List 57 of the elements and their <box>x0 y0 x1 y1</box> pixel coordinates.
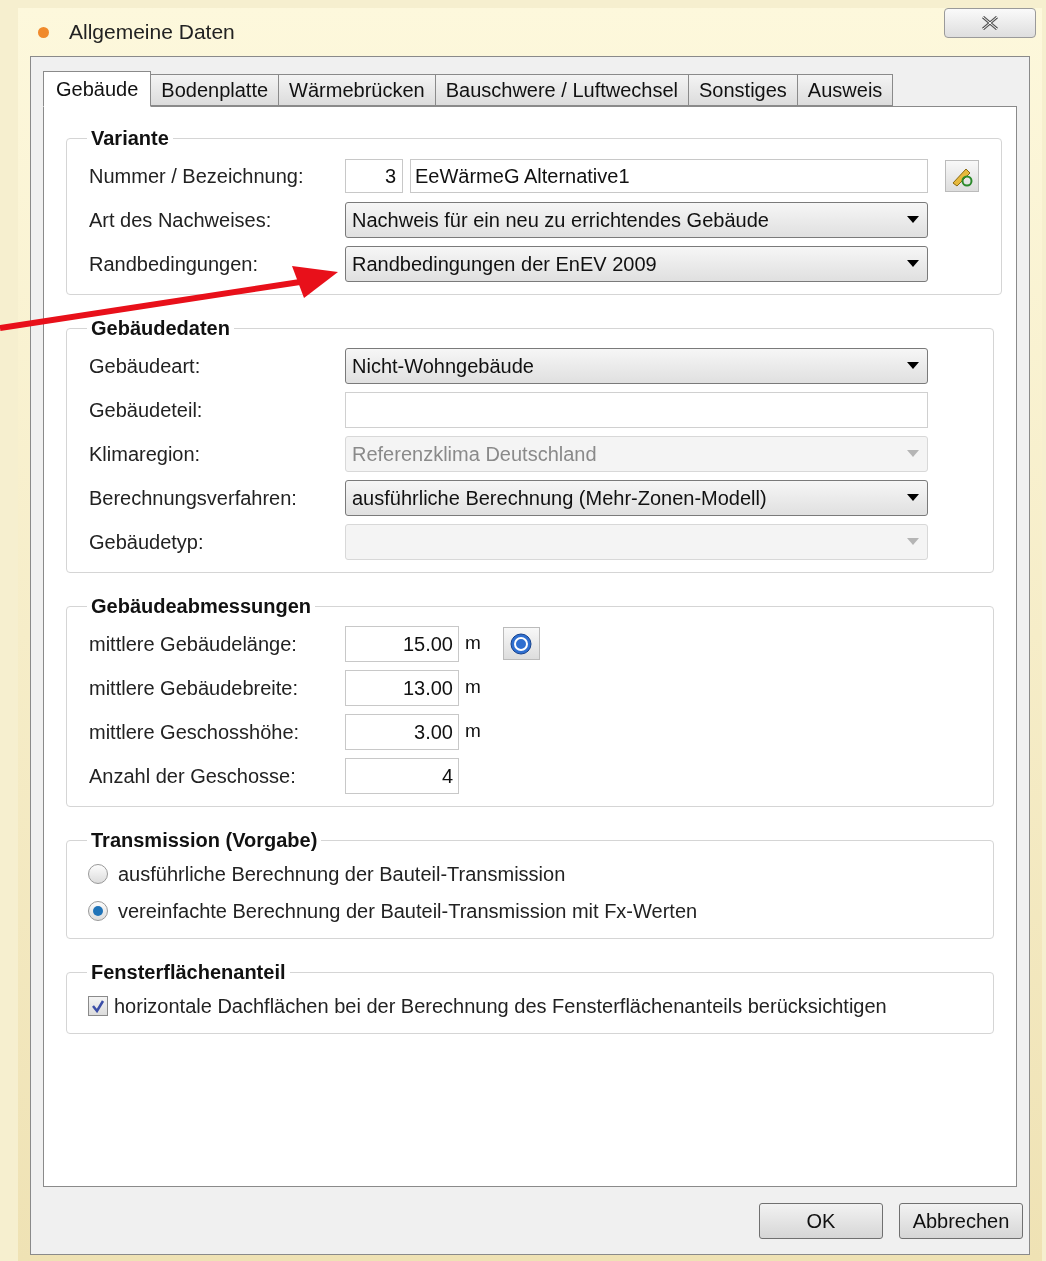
text-field[interactable] <box>345 391 928 428</box>
help-button[interactable] <box>502 627 540 660</box>
radio-button[interactable] <box>88 864 108 884</box>
dropdown[interactable]: Nicht-Wohngebäude <box>345 347 928 384</box>
edit-button[interactable] <box>945 159 979 192</box>
dropdown-arrow-icon <box>907 537 919 546</box>
name-field[interactable]: EeWärmeG Alternative1 <box>410 158 928 193</box>
dialog-button[interactable]: Abbrechen <box>899 1203 1023 1239</box>
dropdown[interactable]: Randbedingungen der EnEV 2009 <box>345 245 928 282</box>
dropdown[interactable]: ausführliche Berechnung (Mehr-Zonen-Modell) <box>345 479 928 516</box>
unit-label: m <box>465 719 481 744</box>
radio-label: vereinfachte Berechnung der Bauteil-Transmission mit Fx-Werten <box>118 899 698 924</box>
dropdown[interactable]: Nachweis für ein neu zu errichtendes Gebäude <box>345 201 928 238</box>
field-label: Anzahl der Geschosse: <box>89 763 297 789</box>
dropdown-arrow-icon <box>907 449 919 458</box>
field-label: Gebäudeteil: <box>89 397 204 423</box>
dropdown-arrow-icon <box>907 259 919 268</box>
number-field[interactable]: 4 <box>345 757 459 794</box>
group-title: Variante <box>90 126 170 151</box>
radio-label: ausführliche Berechnung der Bauteil-Transmission <box>118 862 566 887</box>
field-label: Gebäudeart: <box>89 353 202 379</box>
field-label: mittlere Geschosshöhe: <box>89 719 301 745</box>
tab[interactable]: Bodenplatte <box>150 74 280 106</box>
field-label: mittlere Gebäudelänge: <box>89 631 298 657</box>
close-button[interactable] <box>944 8 1036 38</box>
field-label: Randbedingungen: <box>89 251 260 277</box>
field-label: Nummer / Bezeichnung: <box>89 163 305 189</box>
unit-label: m <box>465 675 481 700</box>
dropdown-arrow-icon <box>907 361 919 370</box>
tab[interactable]: Ausweis <box>796 74 894 106</box>
number-field[interactable]: 13.00 <box>345 669 459 706</box>
field-label: Klimaregion: <box>89 441 202 467</box>
dialog-button[interactable]: OK <box>759 1203 883 1239</box>
dropdown-arrow-icon <box>907 493 919 502</box>
app-icon <box>38 26 49 38</box>
tab[interactable]: Bauschwere / Luftwechsel <box>434 74 689 106</box>
field-label: mittlere Gebäudebreite: <box>89 675 299 701</box>
tab[interactable]: Wärmebrücken <box>278 74 436 106</box>
radio-button[interactable] <box>88 901 108 921</box>
close-icon <box>981 16 999 30</box>
group-title: Gebäudedaten <box>90 316 231 341</box>
number-field[interactable]: 15.00 <box>345 625 459 662</box>
number-field[interactable]: 3 <box>345 158 403 193</box>
group-title: Fensterflächenanteil <box>90 960 287 985</box>
unit-label: m <box>465 631 481 656</box>
dropdown-arrow-icon <box>907 215 919 224</box>
tab[interactable]: Sonstiges <box>688 74 798 106</box>
checkbox-label: horizontale Dachflächen bei der Berechnung des Fensterflächenanteils berücksichtigen <box>114 994 887 1019</box>
tab[interactable]: Gebäude <box>43 71 152 107</box>
field-label: Art des Nachweises: <box>89 207 273 233</box>
number-field[interactable]: 3.00 <box>345 713 459 750</box>
field-label: Berechnungsverfahren: <box>89 485 298 511</box>
group-title: Gebäudeabmessungen <box>90 594 313 619</box>
group-title: Transmission (Vorgabe) <box>90 828 319 853</box>
field-label: Gebäudetyp: <box>89 529 205 555</box>
checkbox[interactable] <box>88 996 108 1016</box>
window-title: Allgemeine Daten <box>69 19 235 46</box>
